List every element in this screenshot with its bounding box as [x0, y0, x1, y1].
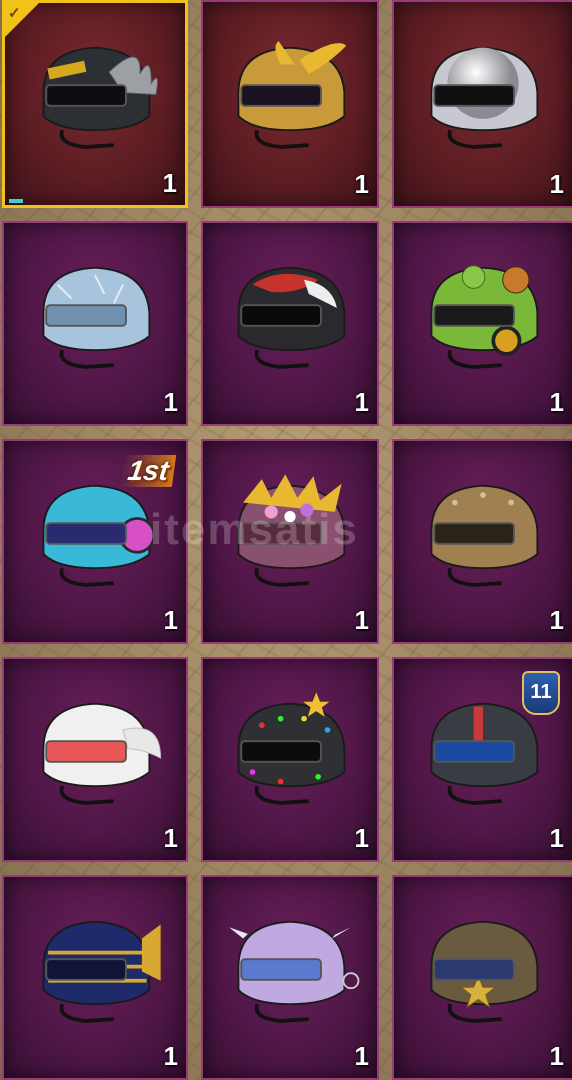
- helmet-image: [20, 252, 170, 382]
- selection-indicator: [9, 199, 23, 203]
- helmet-icon: [430, 264, 539, 369]
- inventory-grid: 1 ✓ 1 1 1 1 1 1 1st 1 1 1 1 1 11 1 1 1: [0, 0, 572, 1080]
- helmet-icon: [229, 920, 360, 1023]
- inventory-slot-christmas-lights-helmet[interactable]: 1: [201, 657, 379, 862]
- item-count: 1: [549, 1041, 564, 1071]
- item-count: 1: [549, 605, 564, 635]
- inventory-slot-flower-crown-helmet[interactable]: 1: [201, 439, 379, 644]
- helmet-image: [20, 470, 170, 600]
- helmet-icon: [237, 266, 346, 369]
- item-count: 1: [354, 823, 369, 853]
- item-count: 1: [163, 605, 178, 635]
- helmet-image: [215, 688, 365, 818]
- inventory-slot-red-white-graffiti-helmet[interactable]: 1: [201, 221, 379, 426]
- helmet-icon: [237, 41, 347, 149]
- item-count: 1: [163, 1041, 178, 1071]
- item-count: 1: [163, 387, 178, 417]
- inventory-slot-sheriff-star-helmet[interactable]: 1: [392, 875, 572, 1080]
- helmet-image: [408, 33, 558, 163]
- helmet-icon: [237, 691, 346, 805]
- item-count: 1: [162, 168, 177, 198]
- item-count: 1: [549, 823, 564, 853]
- helmet-image: [215, 252, 365, 382]
- inventory-slot-pharaoh-helmet[interactable]: 1: [2, 875, 188, 1080]
- item-count: 1: [549, 387, 564, 417]
- first-place-badge: 1st: [119, 455, 177, 487]
- inventory-slot-ice-crystal-helmet[interactable]: 1: [2, 221, 188, 426]
- item-count: 1: [163, 823, 178, 853]
- helmet-image: [20, 688, 170, 818]
- helmet-image: [215, 470, 365, 600]
- inventory-slot-golden-samurai-helmet[interactable]: 1: [201, 0, 379, 208]
- helmet-icon: [237, 473, 346, 587]
- item-count: 1: [354, 169, 369, 199]
- inventory-slot-disco-ball-helmet[interactable]: 1: [392, 0, 572, 208]
- item-count: 1: [354, 387, 369, 417]
- helmet-icon: [430, 920, 539, 1023]
- item-count: 1: [354, 1041, 369, 1071]
- inventory-slot-frog-gas-mask-helmet[interactable]: 1: [392, 221, 572, 426]
- helmet-image: [408, 906, 558, 1036]
- helmet-image: [215, 33, 365, 163]
- inventory-slot-lavender-robot-helmet[interactable]: 1: [201, 875, 379, 1080]
- inventory-slot-winged-lightweight-helmet[interactable]: 1 ✓: [2, 0, 188, 208]
- item-count: 1: [549, 169, 564, 199]
- helmet-icon: [42, 484, 156, 587]
- inventory-slot-blue-tech-helmet[interactable]: 1 11: [392, 657, 572, 862]
- inventory-slot-white-bunny-helmet[interactable]: 1: [2, 657, 188, 862]
- inventory-slot-bronze-rivet-helmet[interactable]: 1: [392, 439, 572, 644]
- helmet-icon: [42, 702, 162, 805]
- inventory-slot-cyan-headphone-helmet[interactable]: 1 1st: [2, 439, 188, 644]
- item-count: 1: [354, 605, 369, 635]
- helmet-icon: [430, 484, 539, 587]
- helmet-image: [408, 470, 558, 600]
- helmet-icon: [42, 266, 151, 369]
- helmet-image: [408, 252, 558, 382]
- helmet-image: [20, 906, 170, 1036]
- helmet-icon: [430, 46, 539, 149]
- helmet-icon: [42, 920, 161, 1023]
- helmet-icon: [42, 46, 158, 149]
- helmet-image: [20, 33, 170, 163]
- checkmark-icon: ✓: [8, 5, 21, 22]
- helmet-image: [215, 906, 365, 1036]
- level-badge: 11: [522, 671, 560, 715]
